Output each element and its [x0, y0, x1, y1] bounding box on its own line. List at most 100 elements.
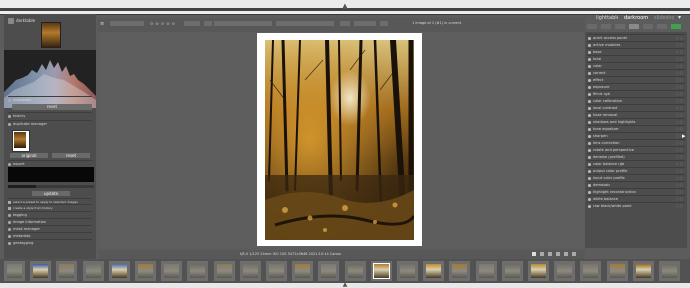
module-label: active modules	[593, 43, 621, 47]
tab-slideshow[interactable]: slideshow	[654, 14, 674, 22]
module-mask-manager[interactable]: mask manager	[8, 225, 92, 232]
bottom-icon-group	[532, 251, 582, 257]
module-label: tagging	[13, 213, 27, 217]
module-image-information[interactable]: image information	[8, 218, 92, 225]
favorites-icon[interactable]	[601, 24, 611, 29]
sort-order-button[interactable]	[204, 21, 212, 26]
base-group-icon[interactable]	[615, 24, 625, 29]
tone-group-icon[interactable]	[629, 24, 639, 29]
filmstrip-thumbnail-image	[662, 264, 677, 278]
guides-icon[interactable]	[556, 252, 560, 256]
checkbox-row-b[interactable]: create a style from history	[8, 204, 92, 211]
module-label: exposure	[593, 85, 610, 89]
module-duplicate-manager[interactable]: duplicate manager	[8, 120, 92, 127]
module-label: export	[13, 162, 25, 166]
module-label: denoise (profiled)	[593, 155, 625, 159]
module-export[interactable]: export	[8, 160, 92, 167]
module-label: local contrast	[593, 106, 618, 110]
menu-icon[interactable]: ≡	[100, 22, 106, 27]
search-field[interactable]	[214, 21, 272, 26]
overexposed-icon[interactable]	[564, 252, 568, 256]
preview-button[interactable]	[380, 21, 388, 26]
navigation-thumbnail[interactable]	[41, 22, 61, 48]
filmstrip-thumbnail-image	[111, 264, 127, 278]
effect-group-icon[interactable]	[671, 24, 681, 29]
module-label: output color profile	[593, 169, 628, 173]
module-label: input color profile	[593, 176, 625, 180]
filmstrip-thumbnail-image	[583, 264, 599, 278]
color-picker-area[interactable]	[8, 167, 94, 182]
power-icon[interactable]	[587, 24, 597, 29]
filmstrip-thumbnail-image	[372, 263, 390, 279]
darktable-window: ▲ darktable snapshots reset history dupl…	[0, 0, 690, 288]
tab-lighttable[interactable]: lighttable	[596, 14, 618, 22]
module-history[interactable]: history	[8, 112, 92, 119]
module-label: color balance rgb	[593, 162, 625, 166]
sort-dropdown[interactable]	[184, 21, 200, 26]
original-button[interactable]: original	[10, 153, 48, 158]
module-label: sharpen	[593, 134, 608, 138]
selection-info: 1 image of 1 (#1) in current collection …	[412, 21, 462, 25]
module-label: highlight reconstruction	[593, 190, 636, 194]
module-icons: ◌ ◌	[675, 204, 683, 208]
module-label: quick access panel	[593, 36, 627, 40]
rating-stars[interactable]: ✩ ✩ ✩ ✩ ✩	[150, 21, 180, 26]
soft-proof-icon[interactable]	[532, 252, 536, 256]
module-label: tone equalizer	[593, 127, 619, 131]
collapse-bottom-chevron-icon[interactable]: ▲	[341, 282, 349, 288]
raw-overexposed-icon[interactable]	[572, 252, 576, 256]
module-label: mask manager	[13, 227, 40, 231]
zoom-button[interactable]	[340, 21, 350, 26]
text-filter-field[interactable]	[276, 21, 334, 26]
gamut-check-icon[interactable]	[540, 252, 544, 256]
module-label: snapshots	[13, 98, 32, 102]
filmstrip-thumbnail-image	[347, 264, 363, 278]
filmstrip-thumbnail-image	[85, 264, 101, 278]
filmstrip-thumbnail-image	[216, 264, 232, 278]
module-snapshots[interactable]: snapshots	[8, 96, 92, 103]
filmstrip-thumbnail-image	[242, 264, 258, 278]
filmstrip-thumbnail-image	[400, 264, 415, 278]
image-info-line: f/8.0 1/125 24mm ISO 100 5472x3648 2021:…	[240, 252, 342, 256]
correct-group-icon[interactable]	[657, 24, 667, 29]
module-label: rotate and perspective	[593, 148, 634, 152]
collapse-right-panel-icon[interactable]: ▸	[682, 132, 688, 140]
filter-combobox[interactable]	[110, 21, 144, 26]
duplicate-button[interactable]: reset	[52, 153, 90, 158]
right-module-24[interactable]: raw black/white point ◌ ◌	[587, 202, 685, 210]
filmstrip-thumbnail-image	[531, 264, 546, 278]
collapse-top-chevron-icon[interactable]: ▲	[341, 2, 349, 10]
filmstrip-thumbnail-image	[504, 264, 520, 278]
autumn-forest-photo[interactable]	[265, 40, 414, 240]
module-label: effect	[593, 78, 604, 82]
module-label: raw black/white point	[593, 204, 632, 208]
module-label: image information	[13, 220, 47, 224]
filmstrip-thumbnail-image	[190, 264, 206, 278]
color-group-icon[interactable]	[643, 24, 653, 29]
filmstrip-thumbnail-image	[59, 264, 75, 278]
filmstrip-thumbnail-image	[426, 264, 442, 278]
filmstrip-thumbnail-image	[269, 264, 284, 278]
module-label: geotagging	[13, 241, 34, 245]
app-logo-icon	[8, 18, 14, 24]
more-views-chevron-icon[interactable]: ▾	[678, 14, 688, 22]
module-geotagging[interactable]: geotagging	[8, 239, 92, 246]
module-label: demosaic	[593, 183, 611, 187]
filmstrip-thumbnail-image	[557, 264, 573, 278]
focus-peaking-icon[interactable]	[548, 252, 552, 256]
left-panel: darktable snapshots reset history duplic…	[4, 14, 96, 266]
checkbox-label: create a style from history	[13, 206, 53, 210]
filmstrip-thumbnail-image	[7, 264, 22, 278]
tab-darkroom[interactable]: darkroom	[624, 14, 650, 22]
zoom-dropdown[interactable]	[354, 21, 376, 26]
module-label: filmic rgb	[593, 92, 610, 96]
module-label: color	[593, 64, 602, 68]
filmstrip-thumbnail-image	[138, 264, 153, 278]
take-snapshot-button[interactable]: reset	[12, 104, 92, 110]
module-label: metadata	[13, 234, 31, 238]
update-button[interactable]: update	[32, 191, 70, 196]
module-tagging[interactable]: tagging	[8, 211, 92, 218]
module-metadata[interactable]: metadata	[8, 232, 92, 239]
filmstrip-thumbnail-image	[452, 264, 468, 278]
module-label: lens correction	[593, 141, 620, 145]
